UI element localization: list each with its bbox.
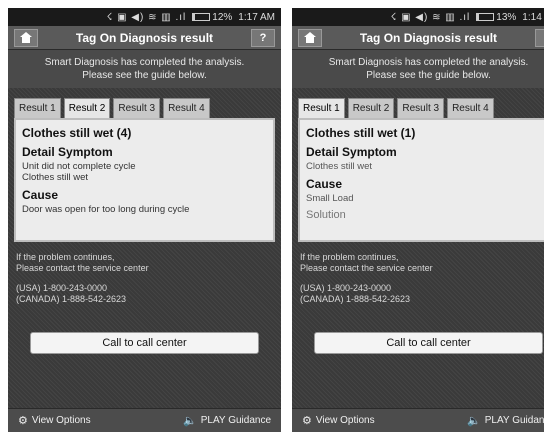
detail-symptom-text: Clothes still wet: [306, 161, 544, 172]
view-options-label: View Options: [31, 415, 91, 426]
contact-line-2: Please contact the service center: [16, 263, 149, 273]
play-guidance-label: PLAY Guidance: [200, 415, 271, 426]
battery-percent: 12%: [212, 11, 233, 23]
call-center-button[interactable]: Call to call center: [30, 332, 259, 354]
page-title: Tag On Diagnosis result: [75, 30, 214, 45]
speaker-icon: 🔈: [183, 415, 197, 427]
contact-line-1: If the problem continues,: [16, 252, 115, 262]
home-button[interactable]: [14, 28, 38, 47]
title-bar: Tag On Diagnosis result ?: [8, 26, 281, 50]
home-icon: [304, 32, 316, 43]
call-center-button[interactable]: Call to call center: [314, 332, 543, 354]
banner-line-1: Smart Diagnosis has completed the analys…: [328, 57, 529, 68]
status-bar: ☇ ▣ ◀) ≋ ▥ .ıl 12% 1:17 AM: [8, 8, 281, 26]
battery-icon: [192, 13, 211, 21]
result-panel[interactable]: Clothes still wet (4) Detail Symptom Uni…: [14, 118, 275, 242]
tab-result-4[interactable]: Result 4: [163, 98, 210, 118]
detail-symptom-text: Unit did not complete cycle Clothes stil…: [22, 161, 267, 183]
phone-screen-right: ☇ ▣ ◀) ≋ ▥ .ıl 13% 1:14 AM Tag On Diagno…: [292, 8, 544, 432]
phone-canada: (CANADA) 1-888-542-2623: [16, 294, 127, 304]
banner-line-2: Please see the guide below.: [82, 70, 207, 81]
tab-result-3[interactable]: Result 3: [113, 98, 161, 118]
battery-indicator: 13%: [476, 12, 516, 23]
tab-result-1[interactable]: Result 1: [14, 98, 61, 118]
contact-line-1: If the problem continues,: [300, 252, 399, 262]
detail-line: Unit did not complete cycle: [22, 161, 136, 172]
result-tabs: Result 1 Result 2 Result 3 Result 4: [8, 88, 281, 118]
cause-heading: Cause: [22, 188, 59, 202]
phone-canada: (CANADA) 1-888-542-2623: [300, 294, 411, 304]
status-icons: ☇ ▣ ◀) ≋ ▥ .ıl: [390, 11, 471, 23]
solution-heading: Solution: [306, 209, 346, 221]
contact-info: If the problem continues, Please contact…: [8, 242, 281, 305]
home-button[interactable]: [298, 28, 322, 47]
options-icon: ⚙: [302, 415, 312, 427]
detail-symptom-heading: Detail Symptom: [22, 145, 113, 159]
result-title: Clothes still wet (4): [22, 126, 132, 140]
contact-info: If the problem continues, Please contact…: [292, 242, 544, 305]
speaker-icon: 🔈: [467, 415, 481, 427]
page-title: Tag On Diagnosis result: [359, 30, 498, 45]
result-title: Clothes still wet (1): [306, 126, 416, 140]
play-guidance-label: PLAY Guidance: [484, 415, 544, 426]
battery-icon: [476, 13, 495, 21]
view-options-button[interactable]: ⚙ View Options: [302, 414, 375, 427]
banner-line-2: Please see the guide below.: [366, 70, 491, 81]
view-options-button[interactable]: ⚙ View Options: [18, 414, 91, 427]
detail-line: Clothes still wet: [22, 172, 88, 183]
tab-result-1[interactable]: Result 1: [298, 98, 345, 118]
status-time: 1:17 AM: [238, 11, 275, 23]
title-bar: Tag On Diagnosis result ?: [292, 26, 544, 50]
phone-screen-left: ☇ ▣ ◀) ≋ ▥ .ıl 12% 1:17 AM Tag On Diagno…: [8, 8, 281, 432]
phone-usa: (USA) 1-800-243-0000: [16, 283, 108, 293]
contact-line-2: Please contact the service center: [300, 263, 433, 273]
options-icon: ⚙: [18, 415, 28, 427]
tab-result-3[interactable]: Result 3: [397, 98, 445, 118]
help-button[interactable]: ?: [250, 28, 275, 47]
bottom-bar: ⚙ View Options 🔈 PLAY Guidance: [8, 408, 281, 432]
battery-percent: 13%: [496, 11, 517, 23]
cause-text: Small Load: [306, 193, 354, 204]
detail-line: Clothes still wet: [306, 161, 372, 172]
help-button[interactable]: ?: [534, 28, 544, 47]
view-options-label: View Options: [315, 415, 375, 426]
result-panel[interactable]: Clothes still wet (1) Detail Symptom Clo…: [298, 118, 544, 242]
tab-result-2[interactable]: Result 2: [63, 98, 111, 118]
banner-line-1: Smart Diagnosis has completed the analys…: [44, 57, 245, 68]
tab-result-4[interactable]: Result 4: [447, 98, 494, 118]
battery-indicator: 12%: [192, 12, 232, 23]
play-guidance-button[interactable]: 🔈 PLAY Guidance: [183, 414, 271, 427]
status-bar: ☇ ▣ ◀) ≋ ▥ .ıl 13% 1:14 AM: [292, 8, 544, 26]
analysis-banner: Smart Diagnosis has completed the analys…: [8, 50, 281, 88]
status-icons: ☇ ▣ ◀) ≋ ▥ .ıl: [106, 11, 187, 23]
play-guidance-button[interactable]: 🔈 PLAY Guidance: [467, 414, 544, 427]
cause-heading: Cause: [306, 177, 343, 191]
tab-result-2[interactable]: Result 2: [347, 98, 395, 118]
status-time: 1:14 AM: [522, 11, 544, 23]
home-icon: [20, 32, 32, 43]
bottom-bar: ⚙ View Options 🔈 PLAY Guidance: [292, 408, 544, 432]
result-tabs: Result 1 Result 2 Result 3 Result 4: [292, 88, 544, 118]
cause-text: Door was open for too long during cycle: [22, 204, 190, 215]
analysis-banner: Smart Diagnosis has completed the analys…: [292, 50, 544, 88]
detail-symptom-heading: Detail Symptom: [306, 145, 397, 159]
phone-usa: (USA) 1-800-243-0000: [300, 283, 392, 293]
